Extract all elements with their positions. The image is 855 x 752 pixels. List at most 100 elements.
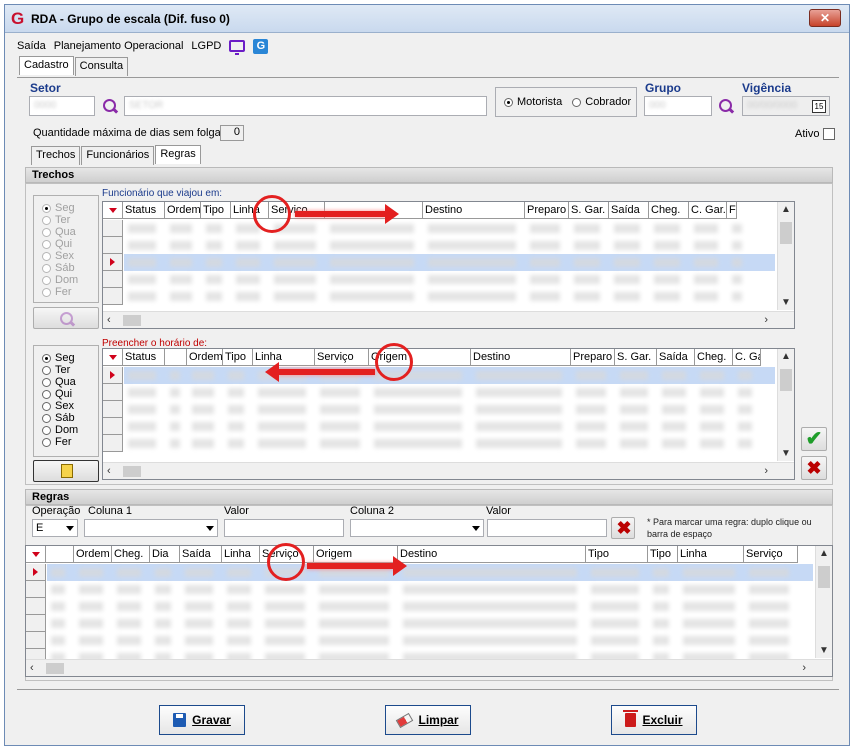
sort-arrow-icon[interactable]: [103, 202, 123, 218]
row-indicator[interactable]: [103, 288, 123, 305]
column-header[interactable]: F: [727, 202, 737, 218]
column-header[interactable]: Dia: [150, 546, 180, 562]
column-header[interactable]: Linha: [253, 349, 315, 365]
column-header[interactable]: [165, 349, 187, 365]
table-row[interactable]: [26, 598, 832, 615]
column-header[interactable]: Tipo: [648, 546, 678, 562]
grupo-field[interactable]: 000: [644, 96, 712, 116]
clear-button[interactable]: Limpar: [385, 705, 471, 735]
qty-field[interactable]: 0: [220, 125, 244, 141]
table-row[interactable]: [103, 254, 794, 271]
column-header[interactable]: Preparo: [525, 202, 569, 218]
table-row[interactable]: [103, 435, 794, 452]
g-app-icon[interactable]: G: [253, 38, 269, 54]
value2-input[interactable]: [487, 519, 607, 537]
table-row[interactable]: [103, 237, 794, 254]
column-header[interactable]: S. Gar.: [569, 202, 609, 218]
trechos-grid-2[interactable]: Status Ordem Tipo Linha Serviço Origem Destino…: [102, 348, 795, 480]
day-sex-2[interactable]: Sex: [42, 400, 98, 412]
menu-saida[interactable]: Saída: [17, 40, 46, 52]
table-row[interactable]: [103, 367, 794, 384]
column-header[interactable]: Saída: [180, 546, 222, 562]
table-row[interactable]: [26, 615, 832, 632]
day-dom-2[interactable]: Dom: [42, 424, 98, 436]
ativo-checkbox[interactable]: Ativo: [795, 128, 836, 140]
row-indicator[interactable]: [103, 384, 123, 401]
save-button[interactable]: Gravar: [159, 705, 245, 735]
day-qui-2[interactable]: Qui: [42, 388, 98, 400]
column-header[interactable]: Saída: [609, 202, 649, 218]
radio-cobrador[interactable]: Cobrador: [572, 96, 631, 108]
column-header[interactable]: Ordem: [165, 202, 201, 218]
column-header[interactable]: Linha: [222, 546, 260, 562]
day-qua-2[interactable]: Qua: [42, 376, 98, 388]
row-indicator[interactable]: [26, 632, 46, 649]
column-header[interactable]: [46, 546, 74, 562]
row-indicator[interactable]: [26, 564, 46, 581]
column-header[interactable]: Destino: [423, 202, 525, 218]
delete-button[interactable]: Excluir: [611, 705, 697, 735]
day-seg-2[interactable]: Seg: [42, 352, 98, 364]
column-header[interactable]: Preparo: [571, 349, 615, 365]
tab-trechos[interactable]: Trechos: [31, 146, 81, 165]
column-header[interactable]: Ordem: [74, 546, 112, 562]
row-indicator[interactable]: [26, 581, 46, 598]
table-row[interactable]: [26, 564, 832, 581]
row-indicator[interactable]: [103, 418, 123, 435]
horizontal-scrollbar[interactable]: ‹ ›: [26, 659, 832, 676]
column-header[interactable]: Cheg.: [649, 202, 689, 218]
row-indicator[interactable]: [103, 367, 123, 384]
column-header[interactable]: Tipo: [586, 546, 648, 562]
setor-name-field[interactable]: SETOR: [124, 96, 487, 116]
vertical-scrollbar[interactable]: ▲ ▼: [815, 546, 832, 658]
row-indicator[interactable]: [103, 435, 123, 452]
column-header[interactable]: Tipo: [201, 202, 231, 218]
search-trechos-button[interactable]: [33, 307, 99, 329]
confirm-button[interactable]: ✔: [801, 427, 827, 451]
column-header[interactable]: Tipo: [223, 349, 253, 365]
horizontal-scrollbar[interactable]: ‹ ›: [103, 462, 794, 479]
column-header[interactable]: Serviço: [315, 349, 369, 365]
table-row[interactable]: [26, 632, 832, 649]
sort-arrow-icon[interactable]: [103, 349, 123, 365]
grupo-search-icon[interactable]: [717, 97, 735, 115]
column-header[interactable]: Origem: [314, 546, 398, 562]
clear-rule-button[interactable]: ✖: [611, 517, 635, 539]
column1-select[interactable]: [84, 519, 218, 537]
table-row[interactable]: [103, 384, 794, 401]
column-header[interactable]: S. Gar.: [615, 349, 657, 365]
tab-consulta[interactable]: Consulta: [74, 57, 129, 76]
column-header[interactable]: Cheg.: [112, 546, 150, 562]
table-row[interactable]: [26, 581, 832, 598]
menu-planejamento[interactable]: Planejamento Operacional: [54, 40, 184, 52]
table-row[interactable]: [103, 271, 794, 288]
menu-lgpd[interactable]: LGPD: [191, 40, 221, 52]
row-indicator[interactable]: [103, 237, 123, 254]
row-indicator[interactable]: [103, 401, 123, 418]
day-fer-2[interactable]: Fer: [42, 436, 98, 448]
table-row[interactable]: [103, 401, 794, 418]
column-header[interactable]: Status: [123, 202, 165, 218]
cancel-trecho-button[interactable]: ✖: [801, 456, 827, 480]
day-sab-2[interactable]: Sáb: [42, 412, 98, 424]
column-header[interactable]: Destino: [398, 546, 586, 562]
setor-code-field[interactable]: 0000: [29, 96, 95, 116]
column-header[interactable]: C. Ga: [733, 349, 761, 365]
radio-motorista[interactable]: Motorista: [504, 96, 562, 108]
copy-button[interactable]: [33, 460, 99, 482]
column-header[interactable]: Serviço: [744, 546, 798, 562]
sort-arrow-icon[interactable]: [26, 546, 46, 562]
column-header[interactable]: Cheg.: [695, 349, 733, 365]
column-header[interactable]: Destino: [471, 349, 571, 365]
column-header[interactable]: C. Gar.: [689, 202, 727, 218]
column-header[interactable]: Ordem: [187, 349, 223, 365]
operation-select[interactable]: E: [32, 519, 78, 537]
column-header[interactable]: Linha: [678, 546, 744, 562]
setor-search-icon[interactable]: [101, 97, 119, 115]
table-row[interactable]: [103, 220, 794, 237]
row-indicator[interactable]: [103, 271, 123, 288]
column-header[interactable]: Status: [123, 349, 165, 365]
tab-regras[interactable]: Regras: [155, 145, 201, 164]
table-row[interactable]: [103, 288, 794, 305]
value1-input[interactable]: [224, 519, 344, 537]
